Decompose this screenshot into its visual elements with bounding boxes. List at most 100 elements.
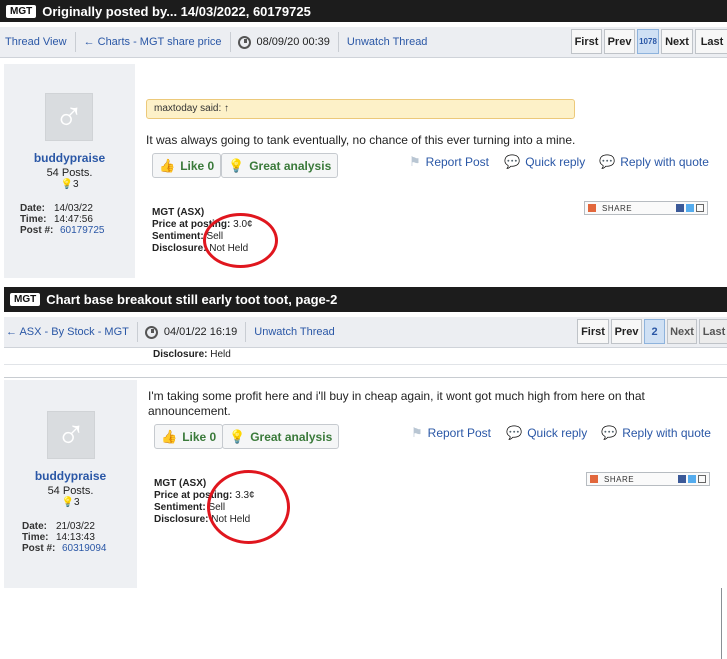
unwatch-thread-link[interactable]: Unwatch Thread: [249, 326, 340, 338]
twitter-icon: [688, 475, 696, 483]
like-label: Like 0: [180, 158, 215, 173]
current-page-button[interactable]: 1078: [637, 29, 659, 54]
bulb-icon: 💡: [61, 497, 74, 508]
time-label: Time:: [20, 214, 47, 225]
charts-link[interactable]: ← Charts - MGT share price: [79, 36, 227, 48]
quick-reply-label: Quick reply: [525, 155, 586, 169]
first-page-button[interactable]: First: [577, 319, 609, 344]
post-number-label: Post #:: [22, 543, 56, 554]
annotation-circle: [207, 470, 290, 544]
bulb-icon: 💡: [228, 157, 245, 173]
sentiment-label: Sentiment:: [154, 502, 206, 513]
quick-reply-link[interactable]: 💬 Quick reply: [506, 425, 587, 441]
thread-date: 04/01/22 16:19: [141, 325, 242, 339]
divider: [74, 32, 76, 52]
post-count: 54 Posts.: [46, 167, 93, 179]
like-button[interactable]: 👍 Like 0: [152, 153, 222, 178]
username-link[interactable]: buddypraise: [4, 151, 135, 165]
report-post-label: Report Post: [425, 155, 490, 169]
next-page-button[interactable]: Next: [667, 319, 697, 344]
flag-icon: ⚑: [411, 425, 423, 440]
last-page-button[interactable]: Last: [695, 29, 727, 54]
social-icons: [678, 475, 706, 483]
divider: [229, 32, 231, 52]
report-post-link[interactable]: ⚑ Report Post: [411, 425, 491, 441]
post-body: It was always going to tank eventually, …: [146, 133, 576, 147]
reply-with-quote-link[interactable]: 💬 Reply with quote: [601, 425, 711, 441]
quick-reply-label: Quick reply: [527, 426, 588, 440]
thread-header: MGT Originally posted by... 14/03/2022, …: [0, 0, 727, 22]
divider: [337, 32, 339, 52]
reply-with-quote-label: Reply with quote: [620, 155, 709, 169]
post-meta: Date: 21/03/22 Time: 14:13:43 Post #: 60319…: [22, 521, 107, 554]
stock-code: MGT (ASX): [154, 478, 207, 489]
divider: [721, 588, 722, 659]
great-analysis-button[interactable]: 💡 Great analysis: [221, 153, 339, 178]
previous-post-disclosure: Disclosure: Held: [153, 349, 231, 360]
time-label: Time:: [22, 532, 49, 543]
date-label: Date:: [20, 203, 46, 214]
thread-date-text: 04/01/22 16:19: [163, 326, 238, 338]
post-count: 54 Posts.: [47, 485, 94, 497]
male-avatar-icon[interactable]: ♂: [45, 93, 93, 141]
thread-view-link[interactable]: Thread View: [0, 36, 72, 48]
speech-bubble-icon: 💬: [601, 425, 618, 440]
great-analysis-button[interactable]: 💡 Great analysis: [222, 424, 340, 449]
facebook-icon: [676, 204, 684, 212]
reply-with-quote-label: Reply with quote: [622, 426, 711, 440]
likes-count: 💡3: [4, 497, 137, 508]
quote-box[interactable]: maxtoday said: ↑: [146, 99, 575, 119]
thread-date: 08/09/20 00:39: [234, 35, 335, 49]
divider: [4, 364, 727, 365]
disclosure-label: Disclosure:: [152, 243, 207, 254]
date-label: Date:: [22, 521, 48, 532]
pagination: First Prev 2 Next Last: [577, 319, 727, 344]
share-label: SHARE: [602, 203, 633, 213]
speech-bubble-icon: 💬: [506, 425, 523, 440]
likes-value: 3: [73, 497, 80, 508]
clock-icon: [237, 35, 251, 49]
post-number-link[interactable]: 60319094: [62, 543, 107, 554]
stock-tag: MGT: [6, 4, 37, 18]
thread-date-text: 08/09/20 00:39: [256, 36, 330, 48]
divider: [245, 322, 247, 342]
post-meta: Date: 14/03/22 Time: 14:47:56 Post #: 60179…: [20, 203, 105, 236]
email-icon: [696, 204, 704, 212]
share-plus-icon: [590, 475, 598, 483]
last-page-button[interactable]: Last: [699, 319, 727, 344]
prev-page-button[interactable]: Prev: [611, 319, 642, 344]
clock-icon: [144, 325, 158, 339]
first-page-button[interactable]: First: [571, 29, 602, 54]
current-page-button[interactable]: 2: [644, 319, 665, 344]
post-date: 21/03/22: [56, 521, 95, 532]
disclosure-label: Disclosure:: [153, 349, 208, 360]
next-page-button[interactable]: Next: [661, 29, 693, 54]
post-body: I'm taking some profit here and i'll buy…: [148, 389, 645, 418]
great-analysis-label: Great analysis: [249, 158, 332, 173]
like-button[interactable]: 👍 Like 0: [154, 424, 224, 449]
quick-reply-link[interactable]: 💬 Quick reply: [504, 154, 585, 170]
sentiment-label: Sentiment:: [152, 231, 204, 242]
post-number-label: Post #:: [20, 225, 54, 236]
great-analysis-label: Great analysis: [250, 429, 333, 444]
likes-value: 3: [72, 179, 79, 190]
post-number-link[interactable]: 60179725: [60, 225, 105, 236]
asx-by-stock-link[interactable]: ← ASX - By Stock - MGT: [4, 326, 134, 338]
email-icon: [698, 475, 706, 483]
share-plus-icon: [588, 204, 596, 212]
thumbs-up-icon: 👍: [161, 428, 178, 444]
unwatch-thread-link[interactable]: Unwatch Thread: [342, 36, 433, 48]
thread-header: MGT Chart base breakout still early toot…: [4, 287, 727, 312]
stock-tag: MGT: [10, 293, 41, 306]
reply-with-quote-link[interactable]: 💬 Reply with quote: [599, 154, 709, 170]
share-button[interactable]: SHARE: [586, 472, 710, 486]
share-label: SHARE: [604, 474, 635, 484]
share-button[interactable]: SHARE: [584, 201, 708, 215]
bulb-icon: 💡: [229, 428, 246, 444]
twitter-icon: [686, 204, 694, 212]
thread-title: Chart base breakout still early toot too…: [46, 292, 338, 307]
prev-page-button[interactable]: Prev: [604, 29, 635, 54]
male-avatar-icon[interactable]: ♂: [47, 411, 95, 459]
username-link[interactable]: buddypraise: [4, 469, 137, 483]
report-post-link[interactable]: ⚑ Report Post: [409, 154, 489, 170]
